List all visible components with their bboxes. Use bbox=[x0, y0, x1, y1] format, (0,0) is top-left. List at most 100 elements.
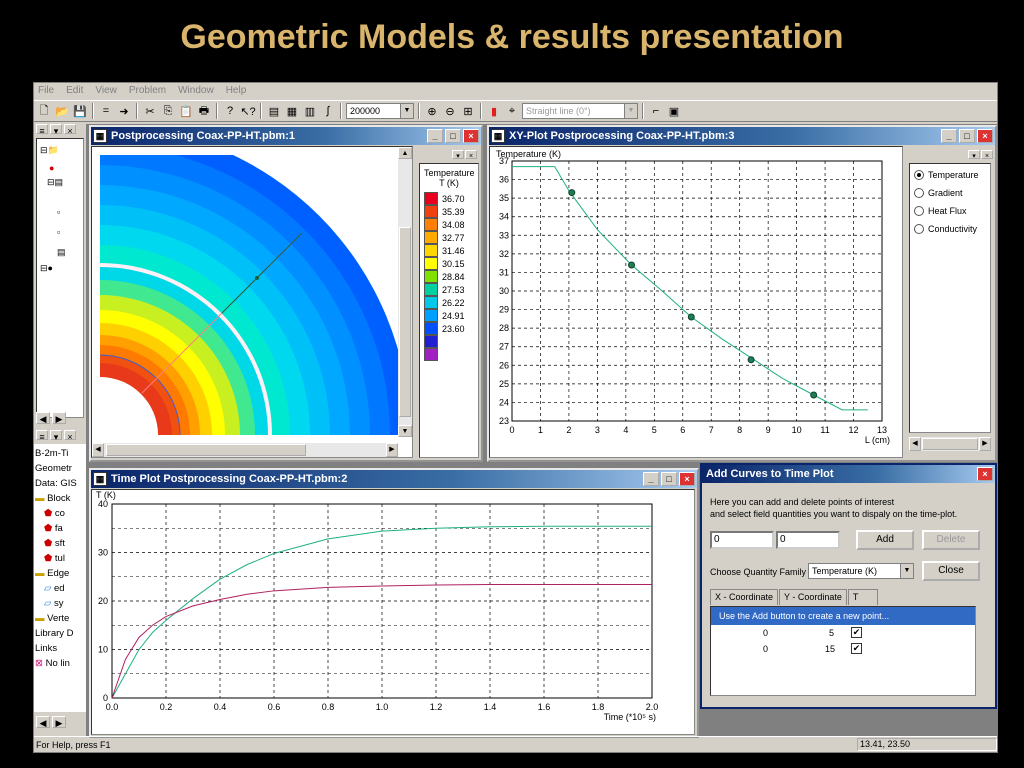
column-header-t[interactable]: T bbox=[847, 589, 878, 605]
minimize-icon[interactable]: ▾ bbox=[452, 150, 464, 160]
tree-item[interactable]: Geometr bbox=[35, 463, 72, 474]
delete-button[interactable]: Delete bbox=[922, 530, 980, 550]
scroll-right-icon[interactable]: ▶ bbox=[52, 716, 66, 728]
field-plot-area[interactable]: ▲ ▼ ◀ ▶ bbox=[91, 146, 413, 458]
quantity-hscroll[interactable]: ◀ ▶ bbox=[909, 437, 991, 451]
quantity-option-heat-flux[interactable]: Heat Flux bbox=[914, 202, 986, 220]
maximize-button[interactable]: □ bbox=[445, 129, 461, 143]
help-icon[interactable]: ? bbox=[222, 103, 238, 119]
scroll-left-icon[interactable]: ◀ bbox=[36, 716, 50, 728]
scroll-up-icon[interactable]: ▲ bbox=[398, 147, 412, 159]
tree-item[interactable]: ⬟ sft bbox=[44, 538, 65, 549]
menu-view[interactable]: View bbox=[95, 83, 117, 99]
chevron-down-icon[interactable]: ▼ bbox=[900, 564, 913, 578]
scroll-left-icon[interactable]: ◀ bbox=[36, 412, 50, 424]
tree-node[interactable]: ⊟▤ bbox=[47, 177, 63, 188]
paste-icon[interactable]: 📋 bbox=[178, 103, 194, 119]
close-button[interactable]: × bbox=[679, 472, 695, 486]
scroll-thumb[interactable] bbox=[922, 438, 978, 450]
tree-item[interactable]: ⬟ tul bbox=[44, 553, 65, 564]
close-icon[interactable]: × bbox=[981, 150, 993, 160]
tree-node[interactable]: ▫ bbox=[57, 227, 60, 237]
context-help-icon[interactable]: ↖? bbox=[240, 103, 256, 119]
minimize-button[interactable]: _ bbox=[941, 129, 957, 143]
minimize-button[interactable]: _ bbox=[643, 472, 659, 486]
quantity-option-gradient[interactable]: Gradient bbox=[914, 184, 986, 202]
hint-row[interactable]: Use the Add button to create a new point… bbox=[711, 607, 975, 625]
scroll-thumb[interactable] bbox=[106, 444, 306, 456]
point-checkbox[interactable]: ✔ bbox=[851, 643, 862, 654]
tree-item[interactable]: Data: GIS bbox=[35, 478, 77, 489]
zoom-in-icon[interactable]: ⊕ bbox=[424, 103, 440, 119]
tree-item[interactable]: B-2m-Ti bbox=[35, 448, 68, 459]
document-icon[interactable]: ▥ bbox=[302, 103, 318, 119]
tree-item[interactable]: Library D bbox=[35, 628, 74, 639]
close-button[interactable]: × bbox=[463, 129, 479, 143]
minimize-icon[interactable]: ▾ bbox=[968, 150, 980, 160]
cut-icon[interactable]: ✂ bbox=[142, 103, 158, 119]
zoom-combo[interactable]: 200000 ▼ bbox=[346, 103, 414, 119]
tree-node[interactable]: ▤ bbox=[57, 247, 66, 258]
tree-item[interactable]: ▱ sy bbox=[44, 598, 63, 609]
arrow-icon[interactable]: ➜ bbox=[116, 103, 132, 119]
maximize-button[interactable]: □ bbox=[959, 129, 975, 143]
scroll-left-icon[interactable]: ◀ bbox=[909, 437, 921, 451]
xy-window-titlebar[interactable]: ▦ XY-Plot Postprocessing Coax-PP-HT.pbm:… bbox=[489, 127, 995, 145]
tree-item-block[interactable]: ▬ Block bbox=[35, 493, 70, 504]
layout-icon[interactable]: ▤ bbox=[266, 103, 282, 119]
minimize-button[interactable]: _ bbox=[427, 129, 443, 143]
quantity-family-select[interactable]: Temperature (K) ▼ bbox=[808, 563, 914, 579]
table-row[interactable]: 0 15 ✔ bbox=[711, 641, 975, 657]
new-file-icon[interactable]: 🗋 bbox=[36, 103, 52, 119]
integral-icon[interactable]: ∫ bbox=[320, 103, 336, 119]
close-button[interactable]: × bbox=[977, 129, 993, 143]
scroll-right-icon[interactable]: ▶ bbox=[52, 412, 66, 424]
field-window-titlebar[interactable]: ▦ Postprocessing Coax-PP-HT.pbm:1 _ □ × bbox=[91, 127, 481, 145]
menu-icon[interactable]: ≡ bbox=[36, 124, 48, 136]
tree-item[interactable]: ⊠ No lin bbox=[35, 658, 70, 669]
equals-icon[interactable]: = bbox=[98, 103, 114, 119]
save-icon[interactable]: 💾 bbox=[72, 103, 88, 119]
close-icon[interactable]: × bbox=[64, 124, 76, 136]
radio-button[interactable] bbox=[914, 170, 924, 180]
add-button[interactable]: Add bbox=[856, 530, 914, 550]
scroll-down-icon[interactable]: ▼ bbox=[398, 425, 412, 437]
copy-icon[interactable]: ⎘ bbox=[160, 103, 176, 119]
horizontal-scrollbar[interactable]: ◀ ▶ bbox=[92, 443, 398, 457]
minimize-icon[interactable]: ▾ bbox=[50, 124, 62, 136]
tree-item[interactable]: ▱ ed bbox=[44, 583, 65, 594]
chevron-down-icon[interactable]: ▼ bbox=[400, 104, 413, 118]
tree-item[interactable]: ⬟ fa bbox=[44, 523, 63, 534]
column-header-y[interactable]: Y - Coordinate bbox=[779, 589, 847, 605]
quantity-option-temperature[interactable]: Temperature bbox=[914, 166, 986, 184]
curve-type-combo[interactable]: Straight line (0°) ▼ bbox=[522, 103, 638, 119]
scroll-right-icon[interactable]: ▶ bbox=[386, 443, 398, 457]
zoom-out-icon[interactable]: ⊖ bbox=[442, 103, 458, 119]
scroll-right-icon[interactable]: ▶ bbox=[979, 437, 991, 451]
xy-plot-area[interactable]: Temperature (K) 0 1 2 3 4 5 6 7 8 9 10 11 12 13 23 24 25 2… bbox=[489, 146, 903, 458]
vertical-scrollbar[interactable]: ▲ ▼ bbox=[398, 147, 412, 437]
tree-node[interactable]: ● bbox=[49, 163, 54, 173]
tree-item-edge[interactable]: ▬ Edge bbox=[35, 568, 69, 579]
probe-icon[interactable]: ⌖ bbox=[504, 103, 520, 119]
radio-button[interactable] bbox=[914, 224, 924, 234]
time-plot-area[interactable]: T (K) 0.0 0.2 0.4 0.6 0.8 1.0 1.2 1.4 1.6 1.8 2.0 0 1… bbox=[91, 489, 695, 735]
menu-icon[interactable]: ≡ bbox=[36, 430, 48, 442]
column-header-x[interactable]: X - Coordinate bbox=[710, 589, 779, 605]
close-dialog-button[interactable]: Close bbox=[922, 561, 980, 581]
maximize-button[interactable]: □ bbox=[661, 472, 677, 486]
close-button[interactable]: × bbox=[977, 467, 993, 481]
menu-help[interactable]: Help bbox=[226, 83, 247, 99]
points-table[interactable]: Use the Add button to create a new point… bbox=[710, 606, 976, 696]
close-icon[interactable]: × bbox=[465, 150, 477, 160]
scroll-thumb[interactable] bbox=[399, 227, 411, 417]
minimize-icon[interactable]: ▾ bbox=[50, 430, 62, 442]
plot-icon[interactable]: ⌐ bbox=[648, 103, 664, 119]
tree-view-bottom[interactable]: B-2m-Ti Geometr Data: GIS ▬ Block ⬟ co ⬟… bbox=[34, 444, 86, 712]
scroll-left-icon[interactable]: ◀ bbox=[92, 443, 104, 457]
table-icon[interactable]: ▦ bbox=[284, 103, 300, 119]
tree-view-top[interactable]: ⊟📁 ● ⊟▤ ▫ ▫ ▤ ⊟● bbox=[36, 138, 84, 418]
tree-item[interactable]: ⬟ co bbox=[44, 508, 65, 519]
radio-button[interactable] bbox=[914, 188, 924, 198]
table-row[interactable]: 0 5 ✔ bbox=[711, 625, 975, 641]
